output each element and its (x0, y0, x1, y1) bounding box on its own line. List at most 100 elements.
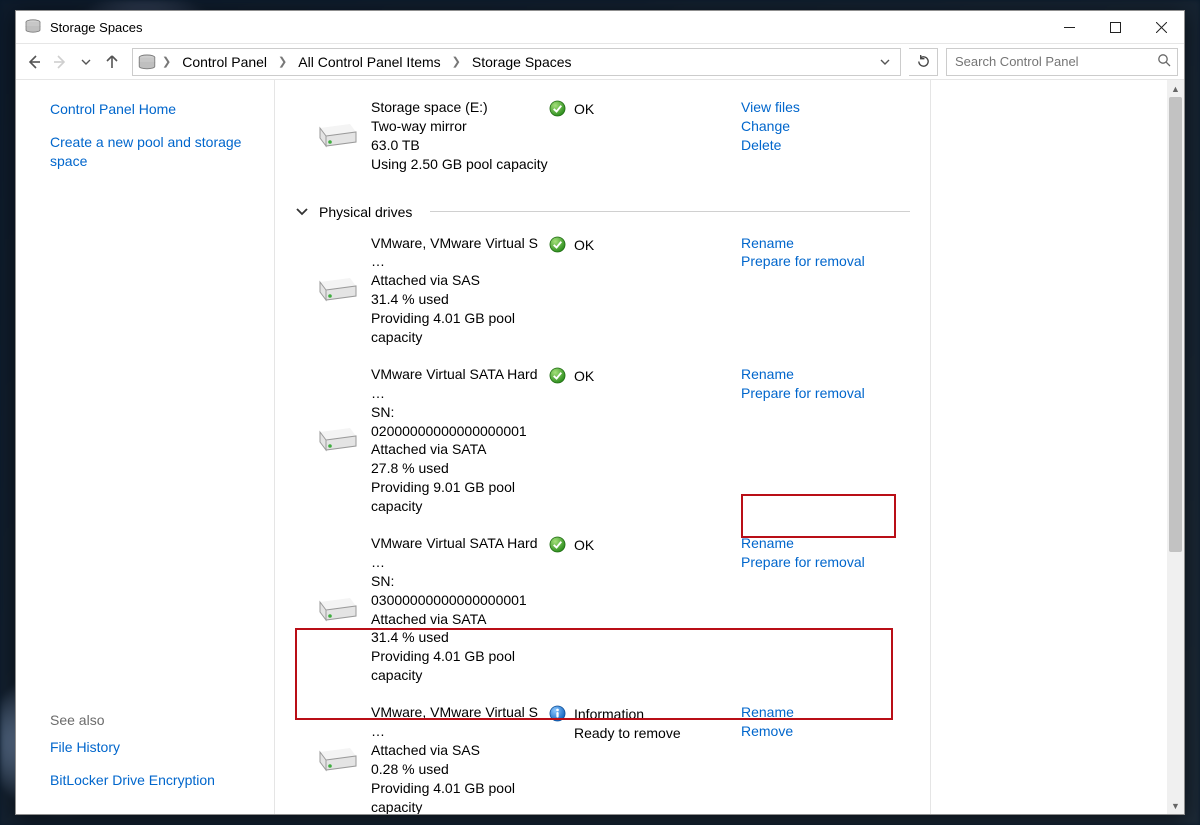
action-remove[interactable]: Remove (741, 722, 910, 741)
drive-info: VMware, VMware Virtual S …Attached via S… (371, 234, 549, 347)
breadcrumb-bar[interactable]: ❯ Control Panel ❯ All Control Panel Item… (132, 48, 901, 76)
drive-actions: RenamePrepare for removal (741, 534, 910, 685)
ok-icon (549, 236, 566, 253)
chevron-right-icon[interactable]: ❯ (159, 52, 174, 71)
action-rename[interactable]: Rename (741, 534, 910, 553)
refresh-button[interactable] (909, 48, 938, 76)
ok-icon (549, 536, 566, 553)
status-text: OK (574, 236, 594, 255)
status-text: OK (574, 536, 594, 555)
storage-space-size: 63.0 TB (371, 136, 549, 155)
physical-drive-item: VMware Virtual SATA Hard …SN: 0200000000… (275, 359, 930, 528)
content-wrap: Storage space (E:) Two-way mirror 63.0 T… (275, 80, 1184, 814)
content-right-pad (931, 80, 1167, 814)
ok-icon (549, 367, 566, 384)
window-title: Storage Spaces (50, 20, 143, 35)
drive-icon (316, 426, 360, 454)
content-scroll-region[interactable]: Storage space (E:) Two-way mirror 63.0 T… (275, 80, 930, 814)
storage-space-status: OK (549, 98, 741, 174)
collapse-icon[interactable] (295, 205, 309, 219)
up-button[interactable] (100, 50, 124, 74)
drive-icon (316, 596, 360, 624)
drive-detail: Providing 4.01 GB pool capacity (371, 309, 549, 347)
drive-name: VMware, VMware Virtual S … (371, 703, 549, 741)
sidebar-link-control-panel-home[interactable]: Control Panel Home (50, 100, 264, 119)
breadcrumb-dropdown[interactable] (874, 54, 896, 70)
scroll-down-button[interactable]: ▼ (1167, 797, 1184, 814)
sidebar-link-bitlocker[interactable]: BitLocker Drive Encryption (50, 771, 264, 790)
physical-drive-item: VMware, VMware Virtual S …Attached via S… (275, 228, 930, 359)
status-text: OK (574, 367, 594, 386)
drive-detail: Attached via SATA (371, 440, 549, 459)
status-text: OK (574, 100, 594, 119)
drive-icon (316, 746, 360, 774)
breadcrumb-segment[interactable]: All Control Panel Items (292, 52, 446, 72)
recent-locations-button[interactable] (74, 50, 98, 74)
scroll-track[interactable] (1167, 97, 1184, 797)
drive-detail: 27.8 % used (371, 459, 549, 478)
status-text: Information (574, 705, 681, 724)
sidebar-link-file-history[interactable]: File History (50, 738, 264, 757)
action-prepare-for-removal[interactable]: Prepare for removal (741, 553, 910, 572)
drive-detail: SN: 03000000000000000001 (371, 572, 549, 610)
drive-icon (316, 122, 360, 150)
drive-status: OK (549, 534, 741, 685)
storage-space-usage: Using 2.50 GB pool capacity (371, 155, 549, 174)
app-icon (24, 18, 42, 36)
drive-actions: RenamePrepare for removal (741, 365, 910, 516)
drive-detail: 31.4 % used (371, 628, 549, 647)
action-delete[interactable]: Delete (741, 136, 910, 155)
section-label: Physical drives (319, 204, 412, 220)
drive-actions: RenamePrepare for removal (741, 234, 910, 347)
ok-icon (549, 100, 566, 117)
drive-detail: Attached via SAS (371, 741, 549, 760)
action-prepare-for-removal[interactable]: Prepare for removal (741, 252, 910, 271)
storage-space-type: Two-way mirror (371, 117, 549, 136)
drive-detail: Providing 4.01 GB pool capacity (371, 647, 549, 685)
maximize-button[interactable] (1092, 12, 1138, 42)
sidebar-link-create-pool[interactable]: Create a new pool and storage space (50, 133, 264, 171)
drive-iconcell (305, 98, 371, 174)
drive-name: VMware, VMware Virtual S … (371, 234, 549, 272)
action-rename[interactable]: Rename (741, 703, 910, 722)
action-view-files[interactable]: View files (741, 98, 910, 117)
drive-info: VMware Virtual SATA Hard …SN: 0300000000… (371, 534, 549, 685)
forward-button[interactable] (48, 50, 72, 74)
breadcrumb-root-icon[interactable] (137, 53, 157, 71)
back-button[interactable] (22, 50, 46, 74)
drive-icon (316, 276, 360, 304)
storage-space-actions: View files Change Delete (741, 98, 910, 174)
chevron-right-icon[interactable]: ❯ (449, 52, 464, 71)
breadcrumb-segment[interactable]: Control Panel (176, 52, 273, 72)
drive-detail: 31.4 % used (371, 290, 549, 309)
drive-detail: 0.28 % used (371, 760, 549, 779)
status-detail: Ready to remove (574, 724, 681, 743)
close-button[interactable] (1138, 12, 1184, 42)
section-physical-drives[interactable]: Physical drives (295, 204, 930, 220)
nav-toolbar: ❯ Control Panel ❯ All Control Panel Item… (16, 43, 1184, 80)
see-also-group: See also File History BitLocker Drive En… (50, 702, 264, 804)
chevron-right-icon[interactable]: ❯ (275, 52, 290, 71)
window: Storage Spaces (15, 10, 1185, 815)
scroll-thumb[interactable] (1169, 97, 1182, 552)
storage-space-item: Storage space (E:) Two-way mirror 63.0 T… (275, 80, 930, 186)
action-rename[interactable]: Rename (741, 365, 910, 384)
search-box[interactable] (946, 48, 1178, 76)
action-prepare-for-removal[interactable]: Prepare for removal (741, 384, 910, 403)
drive-iconcell (305, 703, 371, 814)
info-icon (549, 705, 566, 722)
storage-space-info: Storage space (E:) Two-way mirror 63.0 T… (371, 98, 549, 174)
search-icon[interactable] (1157, 53, 1171, 70)
action-change[interactable]: Change (741, 117, 910, 136)
search-input[interactable] (953, 53, 1157, 70)
minimize-button[interactable] (1046, 12, 1092, 42)
drive-status: InformationReady to remove (549, 703, 741, 814)
drive-actions: RenameRemove (741, 703, 910, 814)
window-buttons (1046, 12, 1184, 42)
drive-name: VMware Virtual SATA Hard … (371, 365, 549, 403)
drive-iconcell (305, 365, 371, 516)
breadcrumb-segment[interactable]: Storage Spaces (466, 52, 578, 72)
scrollbar[interactable]: ▲ ▼ (1167, 80, 1184, 814)
scroll-up-button[interactable]: ▲ (1167, 80, 1184, 97)
action-rename[interactable]: Rename (741, 234, 910, 253)
